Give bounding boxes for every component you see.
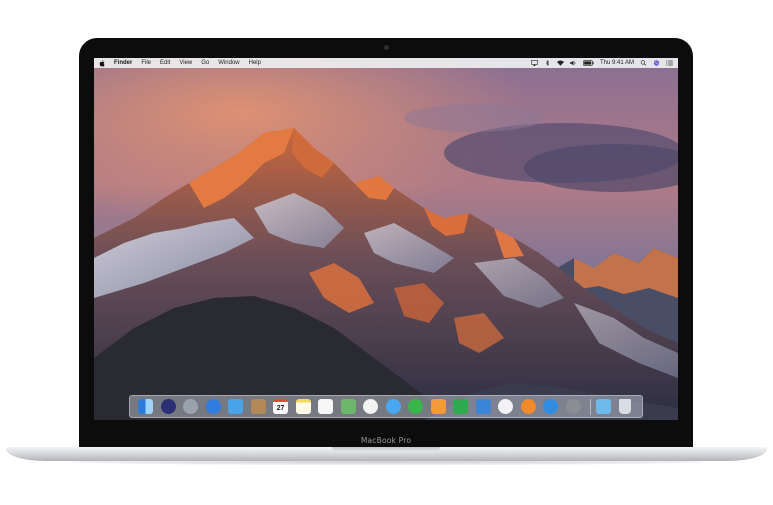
volume-icon[interactable] [569,60,577,66]
notes-icon[interactable] [295,399,311,414]
spotlight-icon[interactable] [640,60,647,66]
numbers-icon[interactable] [453,399,468,414]
menu-window[interactable]: Window [218,58,239,68]
base-notch [332,447,440,452]
keynote-icon[interactable] [475,399,491,414]
macbook-pro: Finder File Edit View Go Window Help Thu… [0,0,773,505]
notification-center-icon[interactable] [666,60,673,66]
downloads-folder-icon[interactable] [596,399,611,414]
system-preferences-icon[interactable] [565,399,581,414]
menu-view[interactable]: View [179,58,192,68]
dock: 27 [129,395,643,418]
battery-icon[interactable] [583,60,594,66]
bluetooth-icon[interactable] [544,60,551,66]
messages-icon[interactable] [385,399,401,414]
siri-icon[interactable] [653,60,660,66]
trash-icon[interactable] [618,399,631,414]
pages-icon[interactable] [430,399,446,414]
itunes-icon[interactable] [498,399,513,414]
camera-icon [384,45,389,50]
apple-icon[interactable] [99,59,105,67]
model-label: MacBook Pro [360,436,412,445]
calendar-icon[interactable]: 27 [273,399,288,414]
screen-bezel: Finder File Edit View Go Window Help Thu… [79,38,693,450]
menu-edit[interactable]: Edit [160,58,170,68]
desktop-screen: Finder File Edit View Go Window Help Thu… [94,58,678,420]
mail-icon[interactable] [228,399,243,414]
safari-icon[interactable] [205,399,221,414]
facetime-icon[interactable] [408,399,423,414]
menu-go[interactable]: Go [201,58,209,68]
finder-icon[interactable] [138,399,153,414]
airplay-icon[interactable] [531,60,538,66]
reminders-icon[interactable] [318,399,333,414]
siri-icon[interactable] [160,399,176,414]
menu-bar: Finder File Edit View Go Window Help Thu… [94,58,678,68]
laptop-base [6,447,767,461]
photos-icon[interactable] [363,399,378,414]
menu-help[interactable]: Help [249,58,261,68]
menu-app-finder[interactable]: Finder [114,58,132,68]
app-store-icon[interactable] [543,399,558,414]
maps-icon[interactable] [340,399,356,414]
ibooks-icon[interactable] [520,399,536,414]
contacts-icon[interactable] [250,399,266,414]
menu-file[interactable]: File [141,58,151,68]
calendar-day: 27 [276,404,285,412]
wifi-icon[interactable] [556,60,564,66]
dock-divider [590,399,591,415]
desktop-wallpaper [94,58,678,420]
menu-clock[interactable]: Thu 9:41 AM [600,60,634,66]
launchpad-icon[interactable] [183,399,198,414]
status-area: Thu 9:41 AM [525,60,673,66]
